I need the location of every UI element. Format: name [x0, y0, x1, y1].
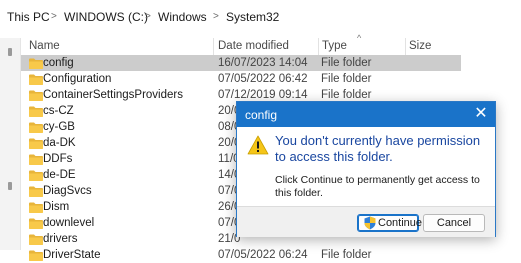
- dialog-title: config: [245, 108, 278, 122]
- column-header-type[interactable]: Type: [322, 40, 347, 52]
- folder-icon: [29, 74, 43, 85]
- file-date-modified: 07/12/2019 09:14: [218, 89, 308, 101]
- file-date-modified: 07/05/2022 06:42: [218, 73, 308, 85]
- file-name: da-DK: [43, 137, 76, 149]
- folder-icon: [29, 90, 43, 101]
- cancel-button[interactable]: Cancel: [423, 214, 485, 232]
- file-name: config: [43, 57, 74, 69]
- dialog-message: Click Continue to permanently get access…: [275, 174, 480, 199]
- file-name: de-DE: [43, 169, 76, 181]
- folder-icon: [29, 170, 43, 181]
- file-name: downlevel: [43, 217, 95, 229]
- warning-icon: [247, 135, 269, 155]
- file-type: File folder: [321, 249, 372, 261]
- folder-icon: [29, 138, 43, 149]
- folder-icon: [29, 234, 43, 245]
- column-header-name[interactable]: Name: [29, 40, 60, 52]
- breadcrumb-windows[interactable]: Windows: [158, 10, 207, 24]
- file-date-modified: 07/05/2022 06:24: [218, 249, 308, 261]
- file-name: drivers: [43, 233, 78, 245]
- uac-shield-icon: [364, 216, 376, 230]
- breadcrumb-system32[interactable]: System32: [226, 10, 279, 24]
- file-row[interactable]: DriverState 07/05/2022 06:24 File folder: [21, 247, 461, 263]
- file-type: File folder: [321, 73, 372, 85]
- nav-expand-icon[interactable]: [8, 182, 12, 190]
- folder-icon: [29, 154, 43, 165]
- chevron-right-icon[interactable]: >: [145, 11, 151, 22]
- file-name: cs-CZ: [43, 105, 74, 117]
- file-name: DiagSvcs: [43, 185, 92, 197]
- permission-dialog: config ✕ You don't currently have permis…: [236, 101, 496, 237]
- folder-icon: [29, 250, 43, 261]
- file-name: ContainerSettingsProviders: [43, 89, 183, 101]
- folder-icon: [29, 106, 43, 117]
- continue-button[interactable]: Continue: [357, 214, 423, 232]
- file-type: File folder: [321, 57, 372, 69]
- file-name: Configuration: [43, 73, 112, 85]
- file-row[interactable]: config 16/07/2023 14:04 File folder: [21, 55, 461, 71]
- close-icon[interactable]: ✕: [471, 104, 491, 124]
- breadcrumb: This PC > WINDOWS (C:) > Windows > Syste…: [0, 0, 521, 30]
- column-divider[interactable]: [405, 38, 406, 55]
- dialog-button-bar: Continue Cancel: [237, 206, 495, 237]
- folder-icon: [29, 186, 43, 197]
- continue-button-label: Continue: [378, 217, 423, 229]
- file-name: Dism: [43, 201, 70, 213]
- folder-icon: [29, 122, 43, 133]
- file-name: cy-GB: [43, 121, 75, 133]
- nav-expand-icon[interactable]: [8, 48, 12, 56]
- column-divider[interactable]: [318, 38, 319, 55]
- column-header-size[interactable]: Size: [409, 40, 431, 52]
- file-date-modified: 16/07/2023 14:04: [218, 57, 308, 69]
- breadcrumb-this-pc[interactable]: This PC: [7, 10, 50, 24]
- folder-icon: [29, 218, 43, 229]
- folder-icon: [29, 202, 43, 213]
- column-divider[interactable]: [213, 38, 214, 55]
- chevron-right-icon[interactable]: >: [213, 11, 219, 22]
- dialog-heading: You don't currently have permission to a…: [275, 133, 481, 164]
- dialog-title-bar[interactable]: config ✕: [237, 102, 495, 127]
- navigation-pane[interactable]: [0, 38, 21, 250]
- file-type: File folder: [321, 89, 372, 101]
- folder-icon: [29, 58, 43, 69]
- column-header-date-modified[interactable]: Date modified: [218, 40, 289, 52]
- file-name: DriverState: [43, 249, 101, 261]
- file-name: DDFs: [43, 153, 73, 165]
- column-header-row: Name Date modified Type Size: [21, 38, 521, 55]
- file-row[interactable]: Configuration 07/05/2022 06:42 File fold…: [21, 71, 461, 87]
- breadcrumb-windows-drive[interactable]: WINDOWS (C:): [64, 10, 148, 24]
- chevron-right-icon[interactable]: >: [51, 11, 57, 22]
